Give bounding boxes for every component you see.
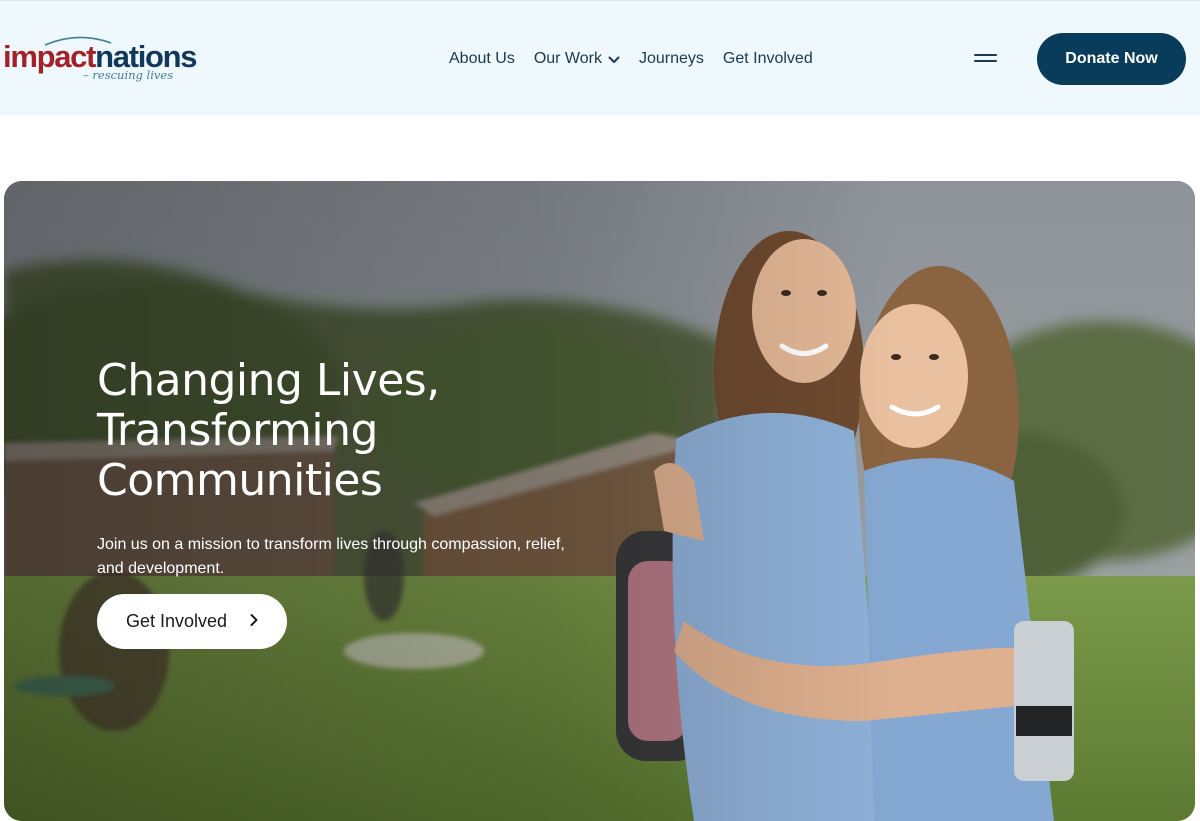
nav-our-work[interactable]: Our Work [534,50,620,68]
hamburger-icon [974,60,997,62]
logo-tagline: – rescuing lives [83,68,174,82]
hero-title-line: Changing Lives, [97,355,440,406]
hero-subtitle: Join us on a mission to transform lives … [97,536,565,577]
nav-label: Our Work [533,50,602,67]
hero-section: Changing Lives, Transforming Communities… [4,181,1195,821]
hero-title: Changing Lives, Transforming Communities [97,356,617,506]
chevron-right-icon [250,614,258,626]
hamburger-icon [974,54,997,56]
nav-label: Get Involved [722,50,813,67]
nav-label: About Us [449,50,515,67]
get-involved-button[interactable]: Get Involved [97,594,287,649]
nav-about-us[interactable]: About Us [449,50,515,68]
hamburger-menu-button[interactable] [970,49,1000,69]
logo-text-impact: impact [3,39,96,74]
hero-content: Changing Lives, Transforming Communities… [97,356,617,649]
hero-title-line: Transforming [97,405,378,456]
nav-journeys[interactable]: Journeys [639,50,704,68]
main-nav: About Us Our Work Journeys Get Involved [449,47,813,71]
nav-label: Journeys [638,50,704,67]
nav-get-involved[interactable]: Get Involved [723,50,813,68]
logo[interactable]: impactnations – rescuing lives [3,36,198,85]
hero-title-line: Communities [97,455,383,506]
chevron-down-icon [608,56,620,63]
get-involved-label: Get Involved [126,611,228,631]
donate-now-button[interactable]: Donate Now [1037,33,1186,85]
site-header: impactnations – rescuing lives About Us … [0,0,1200,115]
